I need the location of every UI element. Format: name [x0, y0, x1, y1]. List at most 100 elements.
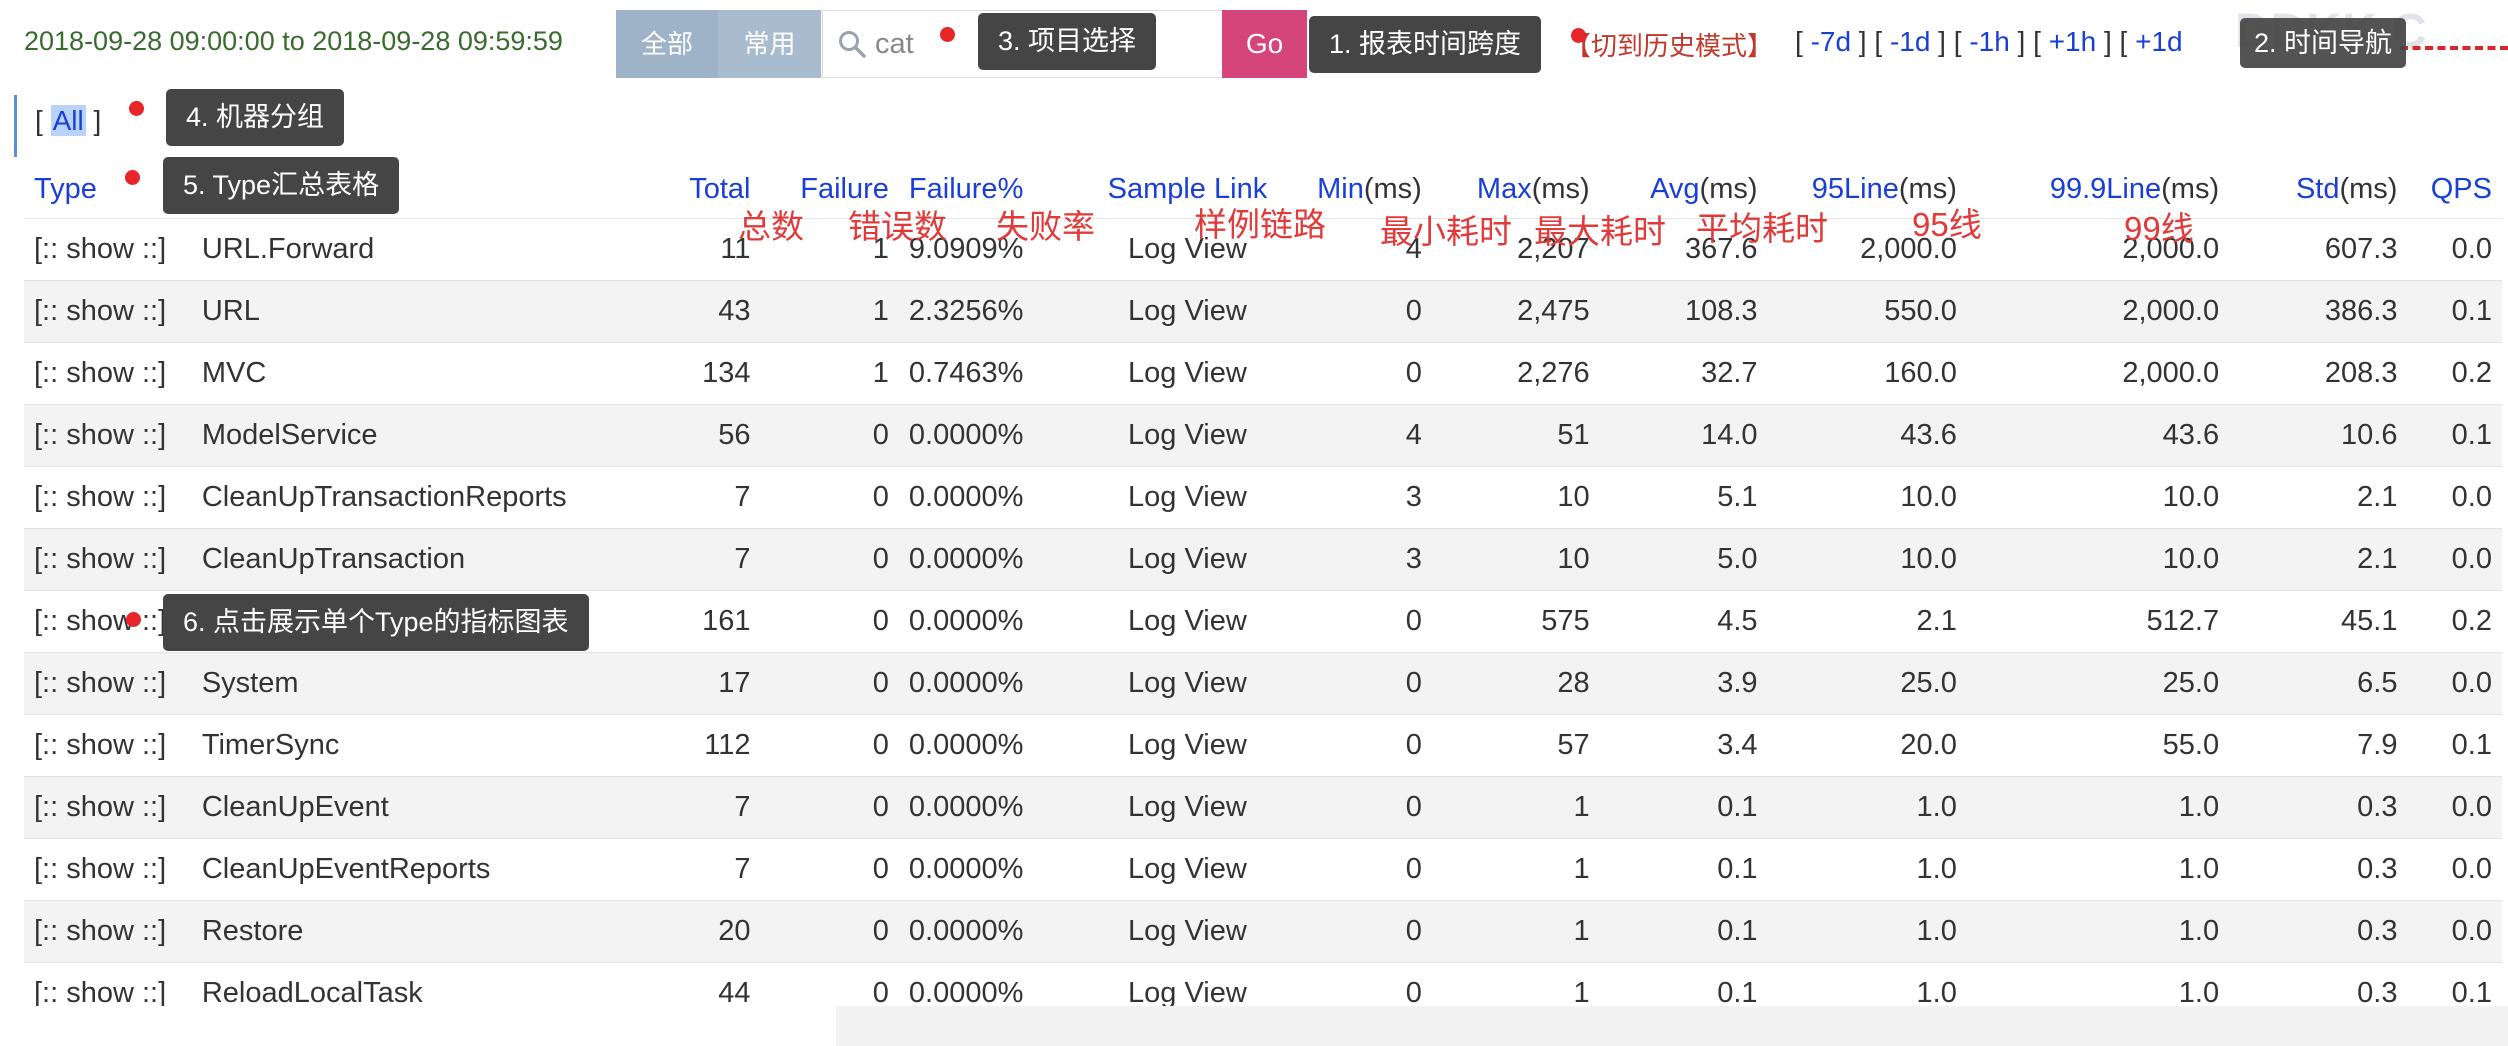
annotation-dash-line	[2400, 46, 2508, 50]
cell-avg: 32.7	[1599, 342, 1768, 405]
cell-max: 28	[1431, 652, 1600, 715]
cell-max: 10	[1431, 528, 1600, 591]
header-999line-unit: (ms)	[2161, 172, 2220, 205]
nav-plus-1d[interactable]: +1d	[2135, 26, 2183, 57]
cell-max: 1	[1431, 838, 1600, 901]
log-view-link[interactable]: Log View	[1087, 528, 1288, 591]
cell-999line: 10.0	[1966, 466, 2230, 529]
log-view-link[interactable]: Log View	[1087, 900, 1288, 963]
type-name-link[interactable]: MVC	[191, 342, 664, 405]
log-view-link[interactable]: Log View	[1087, 404, 1288, 467]
show-link[interactable]: [:: show ::]	[24, 528, 192, 591]
show-link[interactable]: [:: show ::]	[24, 838, 192, 901]
type-name-link[interactable]: Restore	[191, 900, 664, 963]
nav-minus-1h[interactable]: -1h	[1969, 26, 2009, 57]
cell-std: 607.3	[2229, 218, 2408, 281]
type-name-link[interactable]: System	[191, 652, 664, 715]
cell-failure: 0	[760, 776, 899, 839]
cell-failure: 0	[760, 590, 899, 653]
table-row: [:: show ::] MVC 134 1 0.7463% Log View 0 2,276…	[24, 342, 2502, 405]
log-view-link[interactable]: Log View	[1087, 838, 1288, 901]
log-view-link[interactable]: Log View	[1087, 342, 1288, 405]
cell-total: 17	[663, 652, 761, 715]
type-name-link[interactable]: CleanUpEventReports	[191, 838, 664, 901]
header-std[interactable]: Std(ms)	[2229, 160, 2408, 219]
annotation-min: 最小耗时	[1380, 213, 1512, 250]
cell-failure: 0	[760, 404, 899, 467]
cell-min: 4	[1287, 404, 1432, 467]
cell-999line: 2,000.0	[1966, 342, 2230, 405]
show-link[interactable]: [:: show ::]	[24, 342, 192, 405]
annotation-total: 总数	[738, 208, 804, 245]
cell-total: 7	[663, 528, 761, 591]
log-view-link[interactable]: Log View	[1087, 590, 1288, 653]
show-link[interactable]: [:: show ::]	[24, 218, 192, 281]
time-navigation: [ -7d ] [ -1d ] [ -1h ] [ +1h ] [ +1d	[1795, 26, 2183, 57]
annotation-failure-pct: 失败率	[996, 208, 1095, 245]
cell-total: 7	[663, 776, 761, 839]
type-name-link[interactable]: URL.Forward	[191, 218, 664, 281]
table-row: [:: show ::] CleanUpTransactionReports 7 0 0…	[24, 466, 2502, 529]
group-all-link[interactable]: All	[50, 105, 86, 136]
filter-all-button[interactable]: 全部	[616, 10, 718, 78]
nav-minus-7d[interactable]: -7d	[1811, 26, 1851, 57]
header-qps[interactable]: QPS	[2407, 160, 2502, 219]
type-name-link[interactable]: CleanUpTransactionReports	[191, 466, 664, 529]
log-view-link[interactable]: Log View	[1087, 776, 1288, 839]
type-name-link[interactable]: CleanUpTransaction	[191, 528, 664, 591]
cell-total: 7	[663, 466, 761, 529]
history-mode-link[interactable]: 【切到历史模式】	[1565, 26, 1773, 63]
filter-common-button[interactable]: 常用	[718, 10, 821, 78]
tooltip-time-nav: 2. 时间导航	[2240, 18, 2407, 68]
log-view-link[interactable]: Log View	[1087, 466, 1288, 529]
type-name-link[interactable]: CleanUpEvent	[191, 776, 664, 839]
show-link[interactable]: [:: show ::]	[24, 404, 192, 467]
go-button[interactable]: Go	[1222, 10, 1307, 78]
header-999line-label: 99.9Line	[2049, 172, 2162, 205]
bottom-overlay	[836, 1006, 2508, 1046]
cell-max: 575	[1431, 590, 1600, 653]
type-name-link[interactable]: URL	[191, 280, 664, 343]
table-row: [:: show ::] System 17 0 0.0000% Log View 0 28 3…	[24, 652, 2502, 715]
marker-dot-6	[126, 612, 141, 627]
log-view-link[interactable]: Log View	[1087, 280, 1288, 343]
cell-std: 7.9	[2229, 714, 2408, 777]
cell-999line: 1.0	[1966, 900, 2230, 963]
cell-95line: 1.0	[1767, 900, 1967, 963]
show-link[interactable]: [:: show ::]	[24, 652, 192, 715]
cell-failure-pct: 0.0000%	[898, 590, 1088, 653]
cell-max: 2,276	[1431, 342, 1600, 405]
cell-95line: 1.0	[1767, 838, 1967, 901]
nav-minus-1d[interactable]: -1d	[1890, 26, 1930, 57]
cell-failure: 0	[760, 714, 899, 777]
cell-total: 56	[663, 404, 761, 467]
header-std-unit: (ms)	[2339, 172, 2398, 205]
cell-min: 3	[1287, 528, 1432, 591]
cell-qps: 0.0	[2407, 528, 2502, 591]
group-selector: [ All ]	[35, 105, 102, 136]
cell-total: 7	[663, 838, 761, 901]
type-name-link[interactable]: ModelService	[191, 404, 664, 467]
tooltip-machine-group: 4. 机器分组	[166, 89, 345, 146]
log-view-link[interactable]: Log View	[1087, 652, 1288, 715]
show-link[interactable]: [:: show ::]	[24, 900, 192, 963]
cell-min: 0	[1287, 280, 1432, 343]
log-view-link[interactable]: Log View	[1087, 714, 1288, 777]
search-icon	[839, 31, 866, 58]
annotation-failure: 错误数	[848, 208, 947, 245]
cell-999line: 55.0	[1966, 714, 2230, 777]
cell-qps: 0.0	[2407, 776, 2502, 839]
show-link[interactable]: [:: show ::]	[24, 466, 192, 529]
cell-max: 2,475	[1431, 280, 1600, 343]
type-name-link[interactable]: TimerSync	[191, 714, 664, 777]
header-min-unit: (ms)	[1363, 172, 1422, 205]
cell-min: 0	[1287, 714, 1432, 777]
annotation-95line: 95线	[1912, 206, 1982, 243]
marker-dot-1	[1571, 28, 1586, 43]
show-link[interactable]: [:: show ::]	[24, 714, 192, 777]
cell-qps: 0.0	[2407, 652, 2502, 715]
show-link[interactable]: [:: show ::]	[24, 776, 192, 839]
nav-plus-1h[interactable]: +1h	[2049, 26, 2097, 57]
cell-avg: 0.1	[1599, 838, 1768, 901]
show-link[interactable]: [:: show ::]	[24, 280, 192, 343]
